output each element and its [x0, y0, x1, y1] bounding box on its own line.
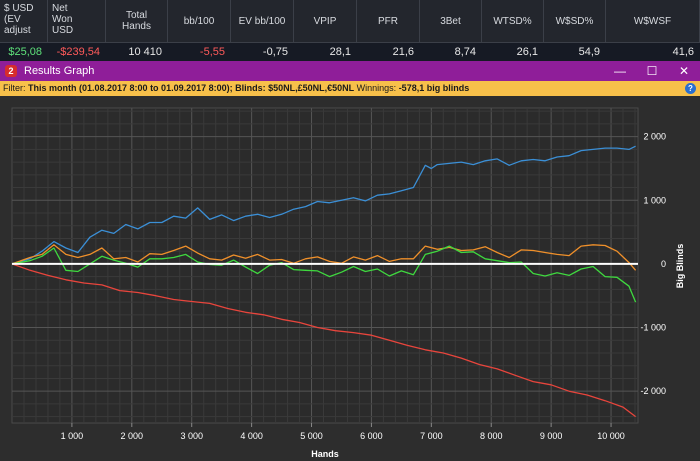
- close-button[interactable]: ✕: [668, 61, 700, 81]
- filter-bar: Filter: This month (01.08.2017 8:00 to 0…: [0, 81, 700, 96]
- window-title: Results Graph: [24, 65, 95, 77]
- winnings-value: -578,1 big blinds: [398, 83, 470, 93]
- stats-header-8[interactable]: WTSD%: [482, 0, 544, 42]
- plot-area: [11, 107, 639, 424]
- stats-value-2: 10 410: [128, 46, 162, 58]
- y-tick-label: 1 000: [643, 195, 666, 205]
- stats-value-7: 8,74: [454, 46, 476, 58]
- stats-value-9: 54,9: [578, 46, 600, 58]
- winnings-label: Winnings:: [354, 83, 399, 93]
- x-tick-label: 3 000: [180, 431, 203, 441]
- stats-value-row[interactable]: $25,08 -$239,54 10 410 -5,55 -0,75 28,1 21,6 8,…: [0, 42, 700, 62]
- help-icon[interactable]: ?: [685, 83, 696, 94]
- x-tick-label: 2 000: [121, 431, 144, 441]
- app-icon: 2: [5, 65, 17, 77]
- results-chart: 1 000 2 000 3 000 4 000 5 000 6 000 7 000 8 000…: [11, 107, 685, 459]
- stats-header-1[interactable]: Net Won USD: [48, 0, 106, 42]
- stats-header-6[interactable]: PFR: [357, 0, 420, 42]
- x-tick-label: 4 000: [240, 431, 263, 441]
- x-tick-label: 7 000: [420, 431, 443, 441]
- filter-prefix: Filter:: [3, 83, 29, 93]
- maximize-button[interactable]: ☐: [636, 61, 668, 81]
- stats-header-2[interactable]: Total Hands: [106, 0, 168, 42]
- stats-panel: $ USD (EV adjust Net Won USD Total Hands bb…: [0, 0, 700, 62]
- x-tick-label: 1 000: [61, 431, 84, 441]
- stats-value-4: -0,75: [262, 46, 288, 58]
- x-tick-label: 6 000: [360, 431, 383, 441]
- x-tick-label: 10 000: [597, 431, 625, 441]
- window-titlebar[interactable]: 2 Results Graph — ☐ ✕: [0, 61, 700, 81]
- stats-header-0[interactable]: $ USD (EV adjust: [0, 0, 48, 42]
- y-tick-label: 2 000: [643, 132, 666, 142]
- stats-header-7[interactable]: 3Bet: [420, 0, 482, 42]
- stats-value-6: 21,6: [392, 46, 414, 58]
- stats-value-3: -5,55: [199, 46, 225, 58]
- results-graph: 1 000 2 000 3 000 4 000 5 000 6 000 7 000 8 000…: [0, 96, 700, 461]
- stats-value-5: 28,1: [329, 46, 351, 58]
- x-tick-label: 5 000: [300, 431, 323, 441]
- x-tick-label: 9 000: [540, 431, 563, 441]
- stats-value-0: $25,08: [8, 46, 42, 58]
- stats-header-row: $ USD (EV adjust Net Won USD Total Hands bb…: [0, 0, 700, 42]
- stats-value-8: 26,1: [516, 46, 538, 58]
- filter-text: This month (01.08.2017 8:00 to 01.09.201…: [28, 83, 355, 93]
- stats-value-10: 41,6: [672, 46, 694, 58]
- stats-header-4[interactable]: EV bb/100: [231, 0, 294, 42]
- x-tick-label: 8 000: [480, 431, 503, 441]
- y-tick-label: -2 000: [640, 386, 666, 396]
- stats-header-10[interactable]: W$WSF: [606, 0, 700, 42]
- y-tick-label: -1 000: [640, 323, 666, 333]
- stats-header-3[interactable]: bb/100: [168, 0, 231, 42]
- stats-header-9[interactable]: W$SD%: [544, 0, 606, 42]
- minimize-button[interactable]: —: [604, 61, 636, 81]
- stats-value-1: -$239,54: [56, 46, 100, 58]
- stats-header-5[interactable]: VPIP: [294, 0, 357, 42]
- y-tick-label: 0: [661, 259, 666, 269]
- y-axis-title: Big Blinds: [675, 244, 685, 289]
- x-axis-title: Hands: [311, 449, 339, 459]
